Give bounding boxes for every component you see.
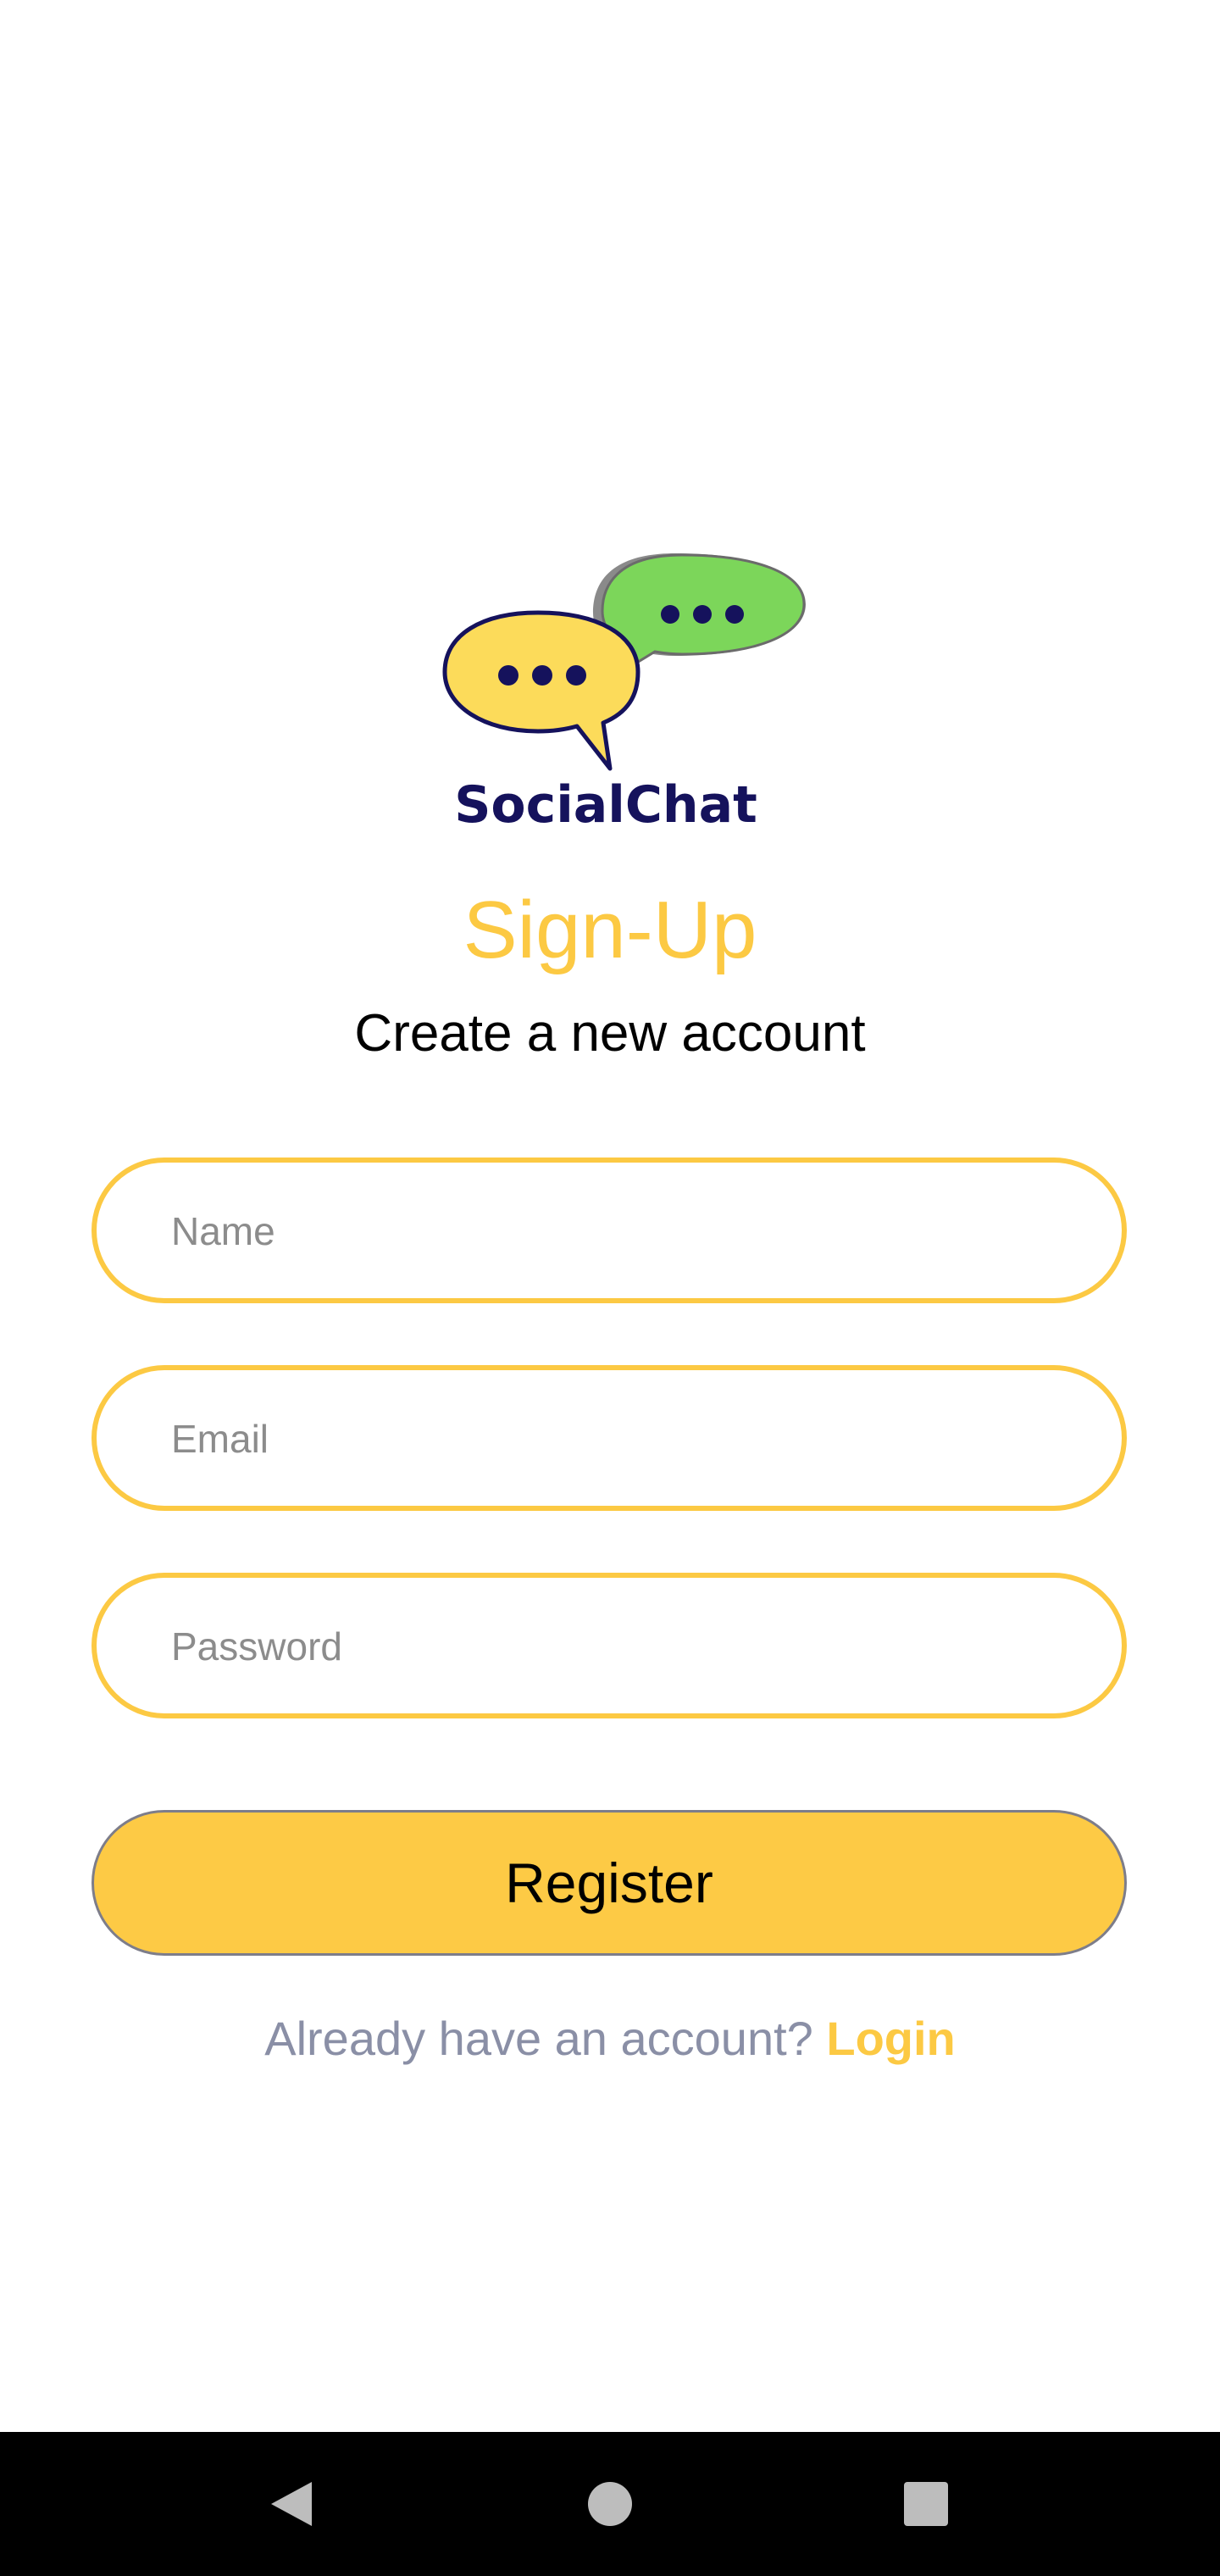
nav-recents-button[interactable] <box>841 2432 1011 2576</box>
name-field[interactable] <box>92 1158 1127 1303</box>
chat-bubbles-logo-icon: SocialChat <box>442 553 806 835</box>
signup-screen: SocialChat Sign-Up Create a new account … <box>0 0 1220 2576</box>
system-navigation-bar <box>0 2432 1220 2576</box>
nav-home-button[interactable] <box>525 2432 695 2576</box>
socialchat-logo: SocialChat <box>436 547 809 835</box>
home-icon <box>588 2482 632 2526</box>
email-field[interactable] <box>92 1365 1127 1511</box>
back-icon <box>271 2482 312 2526</box>
password-input[interactable] <box>169 1578 1071 1715</box>
page-subtitle: Create a new account <box>354 1004 866 1063</box>
email-input[interactable] <box>169 1370 1071 1507</box>
register-button[interactable]: Register <box>92 1810 1127 1956</box>
nav-back-button[interactable] <box>207 2432 376 2576</box>
page-title: Sign-Up <box>463 885 757 975</box>
brand-name: SocialChat <box>454 775 757 835</box>
recents-icon <box>904 2482 948 2526</box>
login-prompt: Already have an account? <box>264 2012 827 2065</box>
password-field[interactable] <box>92 1573 1127 1718</box>
login-link[interactable]: Login <box>826 2012 955 2065</box>
name-input[interactable] <box>169 1163 1071 1300</box>
login-row: Already have an account? Login <box>0 2008 1220 2069</box>
